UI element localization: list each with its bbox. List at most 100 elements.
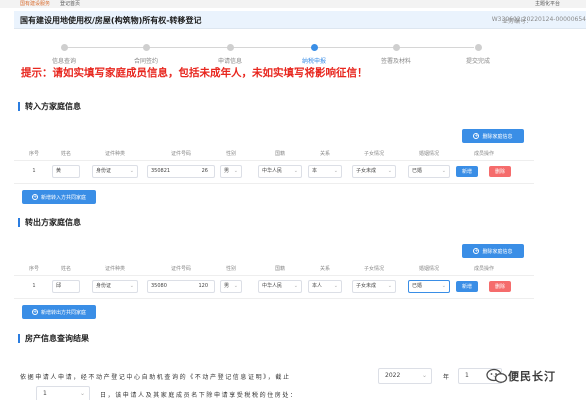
year-select[interactable]: 2022 ⌄: [378, 368, 432, 384]
name-field[interactable]: 黄: [52, 165, 80, 178]
section-title-transferor: 转出方家庭信息: [18, 218, 81, 227]
row-delete-button[interactable]: 删除: [489, 281, 511, 292]
children-select[interactable]: 子女未成 ⌄: [352, 165, 396, 178]
table-header-transferee: 序号 姓名 证件种类 证件号码 性别 国籍 关系 子女情况 婚姻情况 成员操作: [14, 147, 534, 159]
chevron-down-icon: ⌄: [233, 168, 238, 174]
day-select[interactable]: 1 ⌄: [36, 386, 90, 400]
add-transferee-family-button[interactable]: + 新增转入方共同家庭: [22, 190, 96, 204]
column-header: 婚姻情况: [418, 151, 440, 157]
marital-select[interactable]: 已婚 ⌄: [408, 280, 450, 293]
plus-icon: +: [31, 194, 38, 200]
step-label[interactable]: 纳税申报: [302, 56, 326, 65]
column-header: 成员操作: [473, 151, 495, 157]
column-header: 序号: [28, 266, 40, 272]
page-header: 国有建设用地使用权/房屋(构筑物)所有权-转移登记 业务编号： W330602-…: [14, 11, 586, 29]
column-header: 性别: [225, 266, 237, 272]
step-label[interactable]: 签署及材料: [381, 56, 411, 65]
step-dot: [227, 44, 234, 51]
chevron-down-icon: ⌄: [293, 168, 298, 174]
column-header: 证件号码: [170, 266, 192, 272]
chevron-down-icon: ⌄: [233, 283, 238, 289]
step-label[interactable]: 提交完成: [466, 56, 490, 65]
add-family-label: 新增转出方共同家庭: [40, 309, 86, 316]
column-header: 姓名: [60, 151, 72, 157]
top-link-home[interactable]: 国有建设服务: [20, 0, 50, 7]
add-transferor-family-button[interactable]: + 新增转出方共同家庭: [22, 305, 96, 319]
chevron-down-icon: ⌄: [421, 372, 427, 379]
row-delete-button[interactable]: 删除: [489, 166, 511, 177]
top-link-index[interactable]: 登记首页: [60, 0, 80, 7]
chevron-down-icon: ⌄: [79, 390, 85, 397]
chevron-down-icon: ⌄: [333, 168, 338, 174]
divider: [14, 298, 534, 299]
id-type-select[interactable]: 身份证 ⌄: [92, 165, 138, 178]
column-header: 证件种类: [104, 151, 126, 157]
property-statement-line2: 日，该申请人及其家庭成员名下除申请享受税税的住房处：: [100, 392, 298, 399]
top-link-platform[interactable]: 主题化平台: [535, 0, 560, 7]
year-label: 年: [443, 374, 450, 381]
column-header: 子女情况: [363, 266, 385, 272]
table-row-transferor: 1 邱 身份证 ⌄ 35080 120 男 ⌄ 中华人民 ⌄ 本人 ⌄ 子女未成 ⌄ 已婚 ⌄…: [14, 277, 534, 297]
nationality-select[interactable]: 中华人民 ⌄: [258, 280, 302, 293]
marital-select[interactable]: 已婚 ⌄: [408, 165, 450, 178]
plus-icon: +: [473, 248, 480, 254]
id-number-field[interactable]: 35080 120: [147, 280, 215, 293]
delete-family-button-transferor[interactable]: + 删除家庭信息: [462, 244, 524, 258]
watermark: 便民长汀: [486, 368, 556, 384]
chevron-down-icon: ⌄: [293, 283, 298, 289]
row-add-button[interactable]: 新增: [456, 281, 478, 292]
add-family-label: 新增转入方共同家庭: [40, 194, 86, 201]
step-label[interactable]: 申请信息: [218, 56, 242, 65]
divider: [14, 183, 534, 184]
column-header: 性别: [225, 151, 237, 157]
divider: [14, 275, 534, 276]
watermark-text: 便民长汀: [508, 370, 556, 383]
id-number-field[interactable]: 350821 26: [147, 165, 215, 178]
row-add-button[interactable]: 新增: [456, 166, 478, 177]
column-header: 国籍: [274, 151, 286, 157]
column-header: 序号: [28, 151, 40, 157]
column-header: 关系: [319, 266, 331, 272]
name-field[interactable]: 邱: [52, 280, 80, 293]
chevron-down-icon: ⌄: [441, 283, 446, 289]
step-label[interactable]: 信息查询: [52, 56, 76, 65]
chevron-down-icon: ⌄: [129, 283, 134, 289]
nationality-select[interactable]: 中华人民 ⌄: [258, 165, 302, 178]
table-header-transferor: 序号 姓名 证件种类 证件号码 性别 国籍 关系 子女情况 婚姻情况 成员操作: [14, 262, 534, 274]
column-header: 关系: [319, 151, 331, 157]
delete-family-button-transferee[interactable]: + 删除家庭信息: [462, 129, 524, 143]
table-row-transferee: 1 黄 身份证 ⌄ 350821 26 男 ⌄ 中华人民 ⌄ 本 ⌄ 子女未成 ⌄ 已婚 ⌄ …: [14, 162, 534, 182]
business-number: W330602-20220124-00000654: [491, 16, 586, 23]
wechat-icon: [486, 368, 508, 383]
step-label[interactable]: 合同签约: [134, 56, 158, 65]
step-dot: [61, 44, 68, 51]
column-header: 国籍: [274, 266, 286, 272]
section-title-transferee: 转入方家庭信息: [18, 102, 81, 111]
column-header: 成员操作: [473, 266, 495, 272]
id-type-select[interactable]: 身份证 ⌄: [92, 280, 138, 293]
step-dot: [143, 44, 150, 51]
step-dot: [475, 44, 482, 51]
step-dot: [393, 44, 400, 51]
steps-track: [64, 47, 474, 48]
warning-text: 提示：请如实填写家庭成员信息，包括未成年人，未如实填写将影响征信！: [21, 67, 368, 79]
gender-select[interactable]: 男 ⌄: [220, 280, 242, 293]
chevron-down-icon: ⌄: [333, 283, 338, 289]
relation-select[interactable]: 本 ⌄: [308, 165, 342, 178]
section-title-property: 房产信息查询结果: [18, 334, 89, 343]
chevron-down-icon: ⌄: [441, 168, 446, 174]
chevron-down-icon: ⌄: [387, 168, 392, 174]
column-header: 证件号码: [170, 151, 192, 157]
plus-icon: +: [473, 133, 480, 139]
children-select[interactable]: 子女未成 ⌄: [352, 280, 396, 293]
relation-select[interactable]: 本人 ⌄: [308, 280, 342, 293]
delete-family-label: 删除家庭信息: [482, 133, 513, 140]
row-index: 1: [32, 283, 36, 289]
row-index: 1: [32, 168, 36, 174]
column-header: 证件种类: [104, 266, 126, 272]
gender-select[interactable]: 男 ⌄: [220, 165, 242, 178]
chevron-down-icon: ⌄: [129, 168, 134, 174]
step-dot: [311, 44, 318, 51]
column-header: 婚姻情况: [418, 266, 440, 272]
page-title: 国有建设用地使用权/房屋(构筑物)所有权-转移登记: [20, 16, 202, 25]
